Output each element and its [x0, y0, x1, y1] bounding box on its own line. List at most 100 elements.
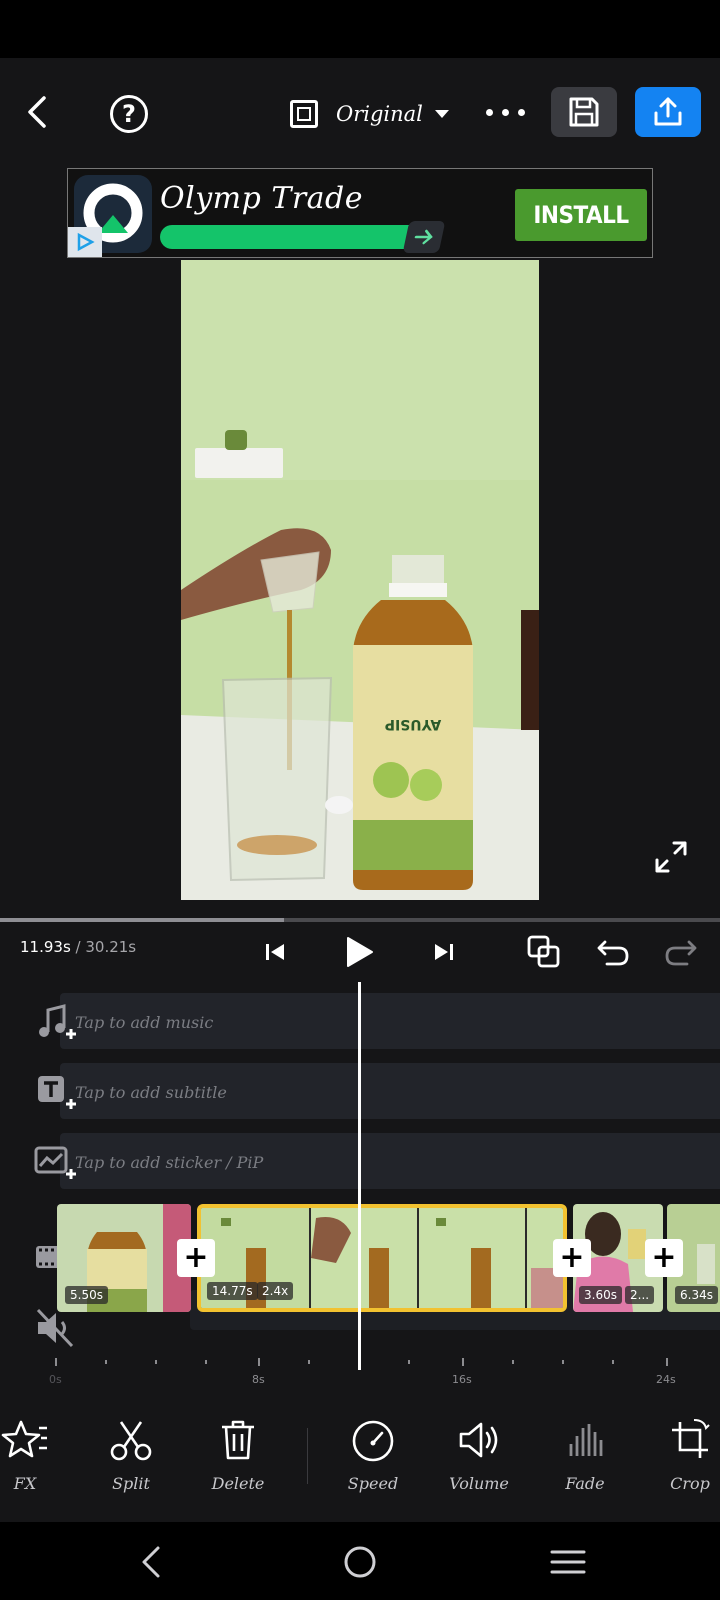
arrow-right-icon: [402, 221, 446, 253]
add-transition-button[interactable]: +: [645, 1239, 683, 1277]
ruler-tick: [512, 1360, 514, 1364]
aspect-ratio-dropdown[interactable]: Original: [290, 96, 449, 132]
more-icon: [486, 108, 493, 116]
music-add-icon[interactable]: [34, 1002, 78, 1046]
video-clip[interactable]: 5.50s: [57, 1204, 191, 1312]
skip-previous-icon: [266, 944, 284, 960]
layers-icon: [527, 935, 560, 968]
plus-icon: +: [559, 1240, 585, 1275]
keyframe-button[interactable]: [524, 932, 564, 972]
ad-choices-icon[interactable]: [68, 227, 102, 257]
fade-bars-icon: [569, 1424, 603, 1456]
export-icon: [654, 97, 682, 126]
nav-back-icon[interactable]: [130, 1540, 174, 1584]
total-time: / 30.21s: [75, 938, 137, 956]
speedometer-icon: [352, 1420, 394, 1462]
crop-tool[interactable]: Crop: [645, 1416, 720, 1506]
fullscreen-button[interactable]: [654, 840, 688, 874]
help-button[interactable]: ?: [110, 95, 148, 133]
back-arrow-icon: [28, 96, 46, 128]
ad-install-button[interactable]: INSTALL: [515, 189, 647, 241]
selected-video-clip[interactable]: 14.77s 2.4x: [197, 1204, 567, 1312]
system-nav-bar: [0, 1522, 720, 1600]
speed-tool[interactable]: Speed: [328, 1416, 418, 1506]
ad-progress-bar: [160, 225, 422, 249]
more-dot: [518, 108, 525, 116]
clip-duration: 6.34s: [675, 1286, 718, 1304]
crop-label: Crop: [670, 1474, 710, 1493]
ruler-tick: [258, 1358, 260, 1366]
sticker-add-icon[interactable]: [34, 1142, 78, 1186]
top-bar: ? Original: [0, 58, 720, 166]
skip-next-button[interactable]: [424, 932, 464, 972]
split-label: Split: [112, 1474, 150, 1493]
ruler-label: 16s: [452, 1373, 472, 1386]
export-button[interactable]: [635, 87, 701, 137]
subtitle-add-icon[interactable]: [34, 1072, 78, 1116]
preview-area: Olymp Trade INSTALL AYUSIP: [0, 166, 720, 918]
more-button[interactable]: [486, 102, 526, 122]
save-button[interactable]: [551, 87, 617, 137]
time-display: 11.93s / 30.21s: [20, 938, 136, 956]
ad-banner[interactable]: Olymp Trade INSTALL: [67, 168, 653, 258]
chevron-down-icon: [434, 110, 449, 118]
scissors-icon: [110, 1421, 152, 1461]
volume-tool[interactable]: Volume: [434, 1416, 524, 1506]
video-preview[interactable]: AYUSIP: [181, 260, 539, 900]
ad-title: Olymp Trade: [160, 181, 364, 216]
mute-icon[interactable]: [34, 1306, 78, 1350]
ruler-tick: [666, 1358, 668, 1366]
clip-speed: 2...: [625, 1286, 655, 1304]
skip-next-icon: [435, 944, 453, 960]
nav-recents-icon[interactable]: [546, 1540, 590, 1584]
aspect-ratio-icon: [290, 100, 318, 128]
ruler-label: 0s: [49, 1373, 62, 1386]
volume-label: Volume: [449, 1474, 509, 1493]
plus-icon: +: [651, 1240, 677, 1275]
fx-label: FX: [13, 1474, 37, 1493]
playhead[interactable]: [358, 982, 361, 1370]
trash-icon: [222, 1420, 254, 1460]
play-button[interactable]: [339, 932, 379, 972]
redo-button[interactable]: [661, 932, 701, 972]
ruler-tick: [408, 1360, 410, 1364]
fx-tool[interactable]: FX: [0, 1416, 70, 1506]
delete-label: Delete: [211, 1474, 265, 1493]
split-tool[interactable]: Split: [86, 1416, 176, 1506]
add-transition-button[interactable]: +: [177, 1239, 215, 1277]
star-icon: [1, 1420, 47, 1458]
ruler-tick: [462, 1358, 464, 1366]
clip-duration: 3.60s: [579, 1286, 622, 1304]
sticker-track-label: Tap to add sticker / PiP: [75, 1153, 264, 1172]
delete-tool[interactable]: Delete: [193, 1416, 283, 1506]
ruler-label: 24s: [656, 1373, 676, 1386]
help-icon: ?: [122, 100, 136, 128]
toolbar-divider: [307, 1428, 308, 1484]
clip-duration: 5.50s: [65, 1286, 108, 1304]
subtitle-track-label: Tap to add subtitle: [75, 1083, 227, 1102]
ruler-tick: [105, 1360, 107, 1364]
edit-toolbar: FX Split Delete Speed Volume Fade Crop: [0, 1390, 720, 1522]
skip-previous-button[interactable]: [255, 932, 295, 972]
volume-icon: [459, 1422, 498, 1458]
plus-icon: +: [183, 1240, 209, 1275]
clip-duration: 14.77s: [207, 1282, 258, 1300]
clip-speed: 2.4x: [257, 1282, 294, 1300]
undo-button[interactable]: [593, 932, 633, 972]
progress-track[interactable]: [0, 918, 720, 922]
back-button[interactable]: [18, 92, 58, 132]
ruler-tick: [55, 1358, 57, 1366]
nav-home-icon[interactable]: [338, 1540, 382, 1584]
playback-controls: 11.93s / 30.21s: [0, 918, 720, 980]
fade-label: Fade: [565, 1474, 605, 1493]
ruler-tick: [308, 1360, 310, 1364]
music-track-label: Tap to add music: [75, 1013, 214, 1032]
progress-fill: [0, 918, 285, 922]
ruler-label: 8s: [252, 1373, 265, 1386]
more-dot: [502, 108, 509, 116]
aspect-ratio-label: Original: [336, 102, 423, 126]
fade-tool[interactable]: Fade: [540, 1416, 630, 1506]
save-icon: [569, 97, 599, 127]
add-transition-button[interactable]: +: [553, 1239, 591, 1277]
ruler-tick: [205, 1360, 207, 1364]
